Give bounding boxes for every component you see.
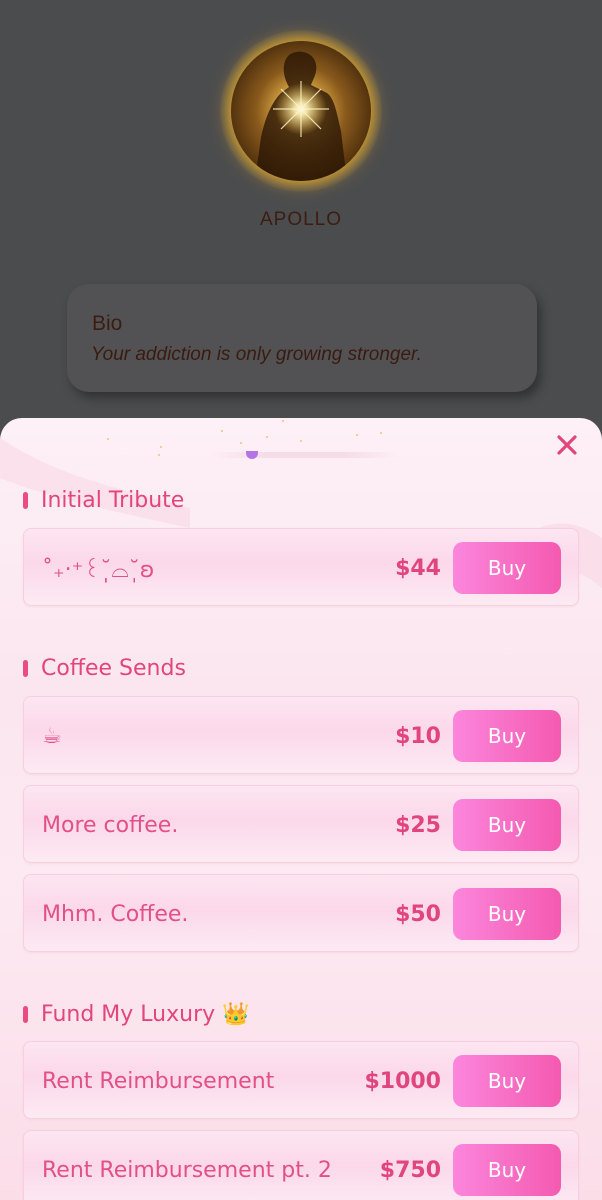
avatar [231, 41, 371, 181]
tip-item: ☕ $10 Buy [23, 696, 579, 774]
section-title-coffee-sends: Coffee Sends [23, 653, 186, 683]
item-price: $1000 [364, 1068, 441, 1094]
sparkle [380, 432, 382, 434]
tip-item: Mhm. Coffee. $50 Buy [23, 874, 579, 952]
tip-item: Rent Reimbursement pt. 2 $750 Buy [23, 1130, 579, 1200]
item-name: Rent Reimbursement [42, 1068, 275, 1094]
buy-button[interactable]: Buy [453, 1144, 561, 1196]
sheet-handle[interactable] [210, 452, 400, 458]
tip-item: More coffee. $25 Buy [23, 785, 579, 863]
close-icon [557, 435, 577, 455]
sparkle [282, 420, 284, 422]
buy-button[interactable]: Buy [453, 1055, 561, 1107]
bio-text: Your addiction is only growing stronger. [91, 344, 422, 365]
sparkle [160, 446, 162, 448]
item-price: $10 [395, 723, 441, 749]
sparkle [221, 430, 223, 432]
avatar-image [255, 51, 347, 181]
item-name: Rent Reimbursement pt. 2 [42, 1157, 332, 1183]
section-title-text: Coffee Sends [41, 655, 186, 681]
buy-button[interactable]: Buy [453, 799, 561, 851]
tip-menu-sheet: Initial Tribute ˚₊‧⁺꒰˘̩̩̩⌓˘̩̩̩ʚ $44 Buy … [0, 418, 602, 1200]
sparkle [158, 454, 160, 456]
close-button[interactable] [550, 428, 584, 462]
sparkle [107, 438, 109, 440]
buy-button[interactable]: Buy [453, 542, 561, 594]
bio-title: Bio [92, 312, 123, 335]
tip-item: Rent Reimbursement $1000 Buy [23, 1041, 579, 1119]
bio-card: Bio Your addiction is only growing stron… [67, 284, 537, 392]
item-name: ☕ [42, 723, 62, 749]
item-name: ˚₊‧⁺꒰˘̩̩̩⌓˘̩̩̩ʚ [42, 557, 155, 583]
profile-name: APOLLO [259, 209, 343, 230]
section-title-text: Initial Tribute [41, 487, 185, 513]
section-title-fund-my-luxury: Fund My Luxury 👑 [23, 999, 250, 1029]
item-name: More coffee. [42, 812, 179, 838]
item-price: $44 [395, 555, 441, 581]
sparkle [266, 436, 268, 438]
item-price: $750 [379, 1157, 441, 1183]
profile-background: APOLLO Bio Your addiction is only growin… [0, 0, 602, 430]
item-price: $50 [395, 901, 441, 927]
section-title-text: Fund My Luxury 👑 [41, 1001, 250, 1027]
section-accent-bar [23, 1005, 28, 1023]
buy-button[interactable]: Buy [453, 710, 561, 762]
tip-item: ˚₊‧⁺꒰˘̩̩̩⌓˘̩̩̩ʚ $44 Buy [23, 528, 579, 606]
section-accent-bar [23, 659, 28, 677]
buy-button[interactable]: Buy [453, 888, 561, 940]
item-name: Mhm. Coffee. [42, 901, 189, 927]
sparkle [240, 442, 242, 444]
section-title-initial-tribute: Initial Tribute [23, 485, 184, 515]
sparkle [300, 440, 302, 442]
section-accent-bar [23, 491, 28, 509]
item-price: $25 [395, 812, 441, 838]
sparkle [356, 434, 358, 436]
